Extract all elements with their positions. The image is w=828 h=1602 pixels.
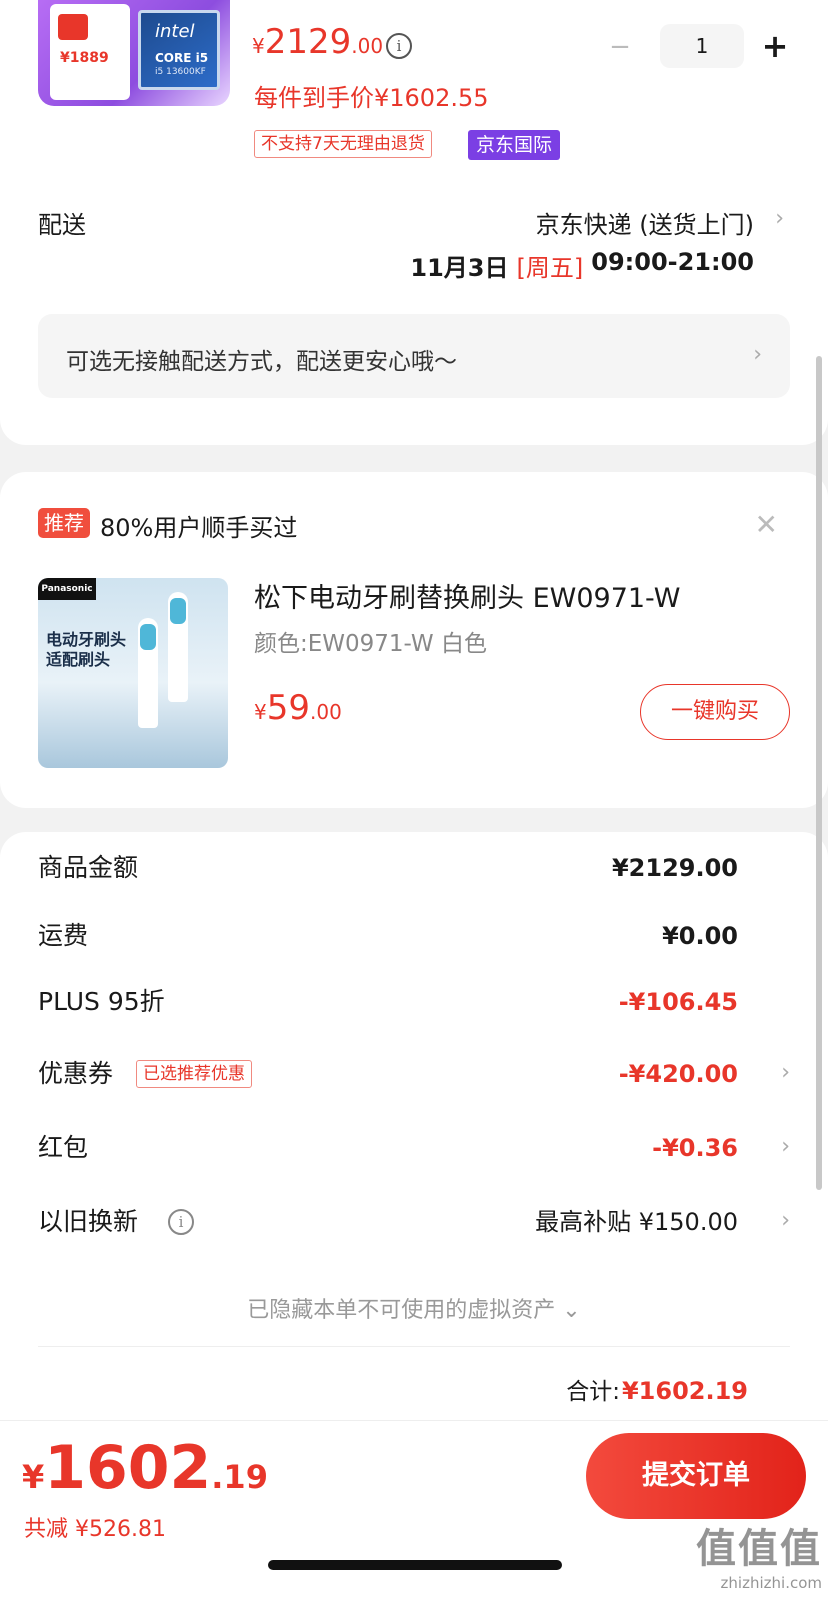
contactless-delivery-text: 可选无接触配送方式，配送更安心哦～ [66,349,457,375]
delivery-weekday: [周五] [516,254,584,282]
summary-label: 红包 [38,1133,89,1162]
summary-label: 优惠券 [38,1059,114,1088]
summary-value: -¥0.36 [652,1134,738,1162]
chevron-right-icon: › [781,1060,790,1085]
price-decimal: .19 [211,1458,268,1496]
summary-row-plus-discount: PLUS 95折 -¥106.45 [38,982,790,1022]
product-card: ¥1889 intel CORE i5 i5 13600KF ¥ 2129 .0… [0,0,828,445]
chevron-right-icon: › [781,1208,790,1233]
close-icon[interactable]: ✕ [755,508,778,541]
summary-value: ¥2129.00 [611,854,738,882]
delivery-window: 09:00-21:00 [591,248,754,276]
order-summary-card: 商品金额 ¥2129.00 运费 ¥0.00 PLUS 95折 -¥106.45… [0,832,828,1432]
summary-value: ¥0.00 [662,922,738,950]
cpu-brand: intel [155,21,195,42]
jd-international-tag: 京东国际 [468,130,561,160]
summary-row-shipping-fee: 运费 ¥0.00 [38,916,790,956]
thumbnail-headline: 电动牙刷头 适配刷头 [46,630,126,670]
cpu-box-image: intel CORE i5 i5 13600KF [138,10,220,90]
contactless-delivery-option[interactable]: 可选无接触配送方式，配送更安心哦～ › [38,314,790,398]
promo-badge-price: ¥1889 [60,50,109,66]
price-decimal: .00 [310,700,342,724]
quantity-decrease-button[interactable]: − [606,34,634,62]
price-integer: 1602 [44,1433,212,1503]
price-integer: 59 [266,688,310,728]
price-symbol: ¥ [252,34,265,58]
recommended-product-thumbnail[interactable]: Panasonic 电动牙刷头 适配刷头 [38,578,228,768]
info-icon[interactable]: i [386,33,412,59]
quantity-increase-button[interactable]: + [758,30,792,64]
info-icon[interactable]: i [168,1209,194,1235]
total-value: ¥1602.19 [621,1377,748,1405]
shipping-label: 配送 [38,211,86,239]
product-price: ¥ 2129 .00 [252,22,383,62]
total-label: 合计: [566,1379,620,1405]
summary-value: 最高补贴 ¥150.00 [535,1208,738,1236]
summary-value: -¥420.00 [618,1060,738,1088]
thumbnail-headline-line2: 适配刷头 [46,650,111,669]
price-per-item: 每件到手价¥1602.55 [254,84,489,112]
summary-label: PLUS 95折 [38,987,165,1016]
chevron-right-icon[interactable]: › [775,206,784,231]
final-price: ¥ 1602 .19 [22,1433,268,1503]
divider [38,1346,790,1347]
summary-label: 商品金额 [38,853,139,882]
toothbrush-head-image [168,592,188,702]
chevron-right-icon: › [781,1134,790,1159]
chevron-right-icon: › [753,342,762,367]
order-total: 合计: ¥1602.19 [566,1372,748,1406]
summary-row-goods-amount: 商品金额 ¥2129.00 [38,848,790,888]
home-indicator[interactable] [268,1560,562,1570]
cpu-model: CORE i5 [155,51,209,65]
one-click-buy-button[interactable]: 一键购买 [640,684,790,740]
promo-ribbon [58,14,88,40]
watermark-url: zhizhizhi.com [720,1574,822,1592]
delivery-time[interactable]: 11月3日 [周五] 09:00-21:00 [410,248,754,283]
summary-row-coupon[interactable]: 优惠券 已选推荐优惠 -¥420.00 › [38,1054,790,1094]
total-saved: 共减 ¥526.81 [24,1517,166,1542]
product-thumbnail[interactable]: ¥1889 intel CORE i5 i5 13600KF [38,0,230,106]
recommended-product-price: ¥ 59 .00 [254,688,342,728]
summary-row-red-packet[interactable]: 红包 -¥0.36 › [38,1128,790,1168]
price-decimal: .00 [351,34,384,58]
delivery-date: 11月3日 [410,254,509,282]
recommendation-card: 推荐 80%用户顺手买过 ✕ Panasonic 电动牙刷头 适配刷头 松下电动… [0,472,828,808]
no-return-tag: 不支持7天无理由退货 [254,130,432,158]
price-integer: 2129 [264,22,352,62]
summary-row-trade-in[interactable]: 以旧换新 i 最高补贴 ¥150.00 › [38,1202,790,1242]
hidden-assets-toggle[interactable]: 已隐藏本单不可使用的虚拟资产 ⌄ [0,1292,828,1324]
summary-label: 运费 [38,921,89,950]
recommendation-title: 80%用户顺手买过 [100,514,298,542]
shipping-method[interactable]: 京东快递 (送货上门) [536,205,754,240]
submit-order-button[interactable]: 提交订单 [586,1433,806,1519]
watermark: 值值值 zhizhizhi.com [696,1516,822,1592]
brand-logo: Panasonic [38,578,96,600]
quantity-input[interactable]: 1 [660,24,744,68]
recommend-tag: 推荐 [38,508,90,538]
scrollbar[interactable] [816,356,822,1190]
watermark-logo: 值值值 [696,1526,822,1572]
price-symbol: ¥ [22,1458,45,1496]
price-symbol: ¥ [254,700,267,724]
promo-badge: ¥1889 [50,4,130,100]
summary-label: 以旧换新 [38,1207,139,1236]
coupon-selected-tag: 已选推荐优惠 [136,1060,252,1088]
recommended-product-name[interactable]: 松下电动牙刷替换刷头 EW0971-W [254,576,680,615]
recommended-product-variant: 颜色:EW0971-W 白色 [254,631,487,657]
thumbnail-headline-line1: 电动牙刷头 [46,630,127,649]
summary-value: -¥106.45 [618,988,738,1016]
toothbrush-head-image [138,618,158,728]
cpu-sku: i5 13600KF [155,67,206,77]
